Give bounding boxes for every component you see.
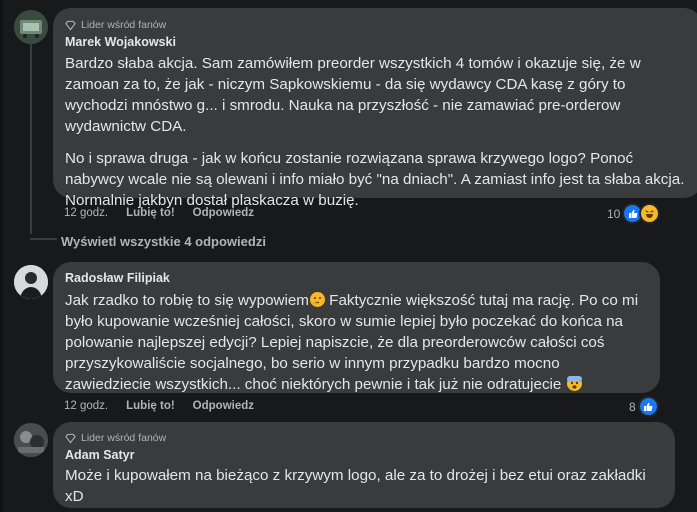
comment-bubble: Radosław Filipiak Jak rzadko to robię to… bbox=[53, 262, 660, 393]
avatar[interactable] bbox=[14, 265, 48, 299]
diamond-icon bbox=[65, 20, 76, 31]
timestamp[interactable]: 12 godz. bbox=[64, 207, 108, 219]
fan-badge: Lider wśród fanów bbox=[65, 431, 661, 445]
like-button[interactable]: Lubię to! bbox=[126, 400, 175, 412]
fan-badge: Lider wśród fanów bbox=[65, 18, 688, 32]
diamond-icon bbox=[65, 433, 76, 444]
badge-label: Lider wśród fanów bbox=[81, 19, 167, 31]
timestamp[interactable]: 12 godz. bbox=[64, 400, 108, 412]
comment-author[interactable]: Marek Wojakowski bbox=[65, 35, 688, 51]
thread-line-horizontal bbox=[30, 238, 57, 240]
comment-bubble: Lider wśród fanów Adam Satyr Może i kupo… bbox=[53, 422, 675, 508]
view-all-replies-link[interactable]: Wyświetl wszystkie 4 odpowiedzi bbox=[61, 234, 266, 249]
left-edge-divider bbox=[0, 0, 3, 512]
thread-line-vertical bbox=[30, 44, 32, 234]
avatar[interactable] bbox=[14, 10, 48, 44]
thinking-face-icon bbox=[309, 292, 325, 307]
thumbs-up-icon bbox=[637, 396, 659, 417]
like-button[interactable]: Lubię to! bbox=[126, 207, 175, 219]
reaction-count: 10 bbox=[607, 206, 621, 221]
reply-button[interactable]: Odpowiedz bbox=[193, 400, 254, 412]
comment-text-part: Jak rzadko to robię to się wypowiem bbox=[65, 292, 309, 309]
comment-text: Może i kupowałem na bieżąco z krzywym lo… bbox=[65, 467, 646, 505]
reaction-summary[interactable]: 8 bbox=[629, 396, 659, 417]
reaction-count: 8 bbox=[629, 399, 636, 414]
avatar-image bbox=[14, 423, 48, 457]
comment-paragraph: No i sprawa druga - jak w końcu zostanie… bbox=[65, 150, 685, 209]
badge-label: Lider wśród fanów bbox=[81, 432, 167, 444]
avatar[interactable] bbox=[14, 423, 48, 457]
reaction-summary[interactable]: 10 bbox=[607, 203, 661, 224]
avatar-image bbox=[14, 265, 48, 299]
comment-actions: 12 godz. Lubię to! Odpowiedz bbox=[64, 400, 254, 412]
comment-paragraph: Bardzo słaba akcja. Sam zamówiłem preord… bbox=[65, 55, 641, 135]
comment-author[interactable]: Adam Satyr bbox=[65, 448, 661, 464]
fearful-face-icon bbox=[566, 376, 582, 391]
comment-text: Jak rzadko to robię to się wypowiem Fakt… bbox=[65, 290, 646, 395]
comment-text: Bardzo słaba akcja. Sam zamówiłem preord… bbox=[65, 53, 688, 211]
avatar-image bbox=[14, 10, 48, 44]
reply-button[interactable]: Odpowiedz bbox=[193, 207, 254, 219]
comment-actions: 12 godz. Lubię to! Odpowiedz bbox=[64, 207, 254, 219]
laughing-face-icon bbox=[639, 203, 661, 224]
comment-bubble: Lider wśród fanów Marek Wojakowski Bardz… bbox=[53, 8, 697, 209]
comment-author[interactable]: Radosław Filipiak bbox=[65, 271, 646, 287]
